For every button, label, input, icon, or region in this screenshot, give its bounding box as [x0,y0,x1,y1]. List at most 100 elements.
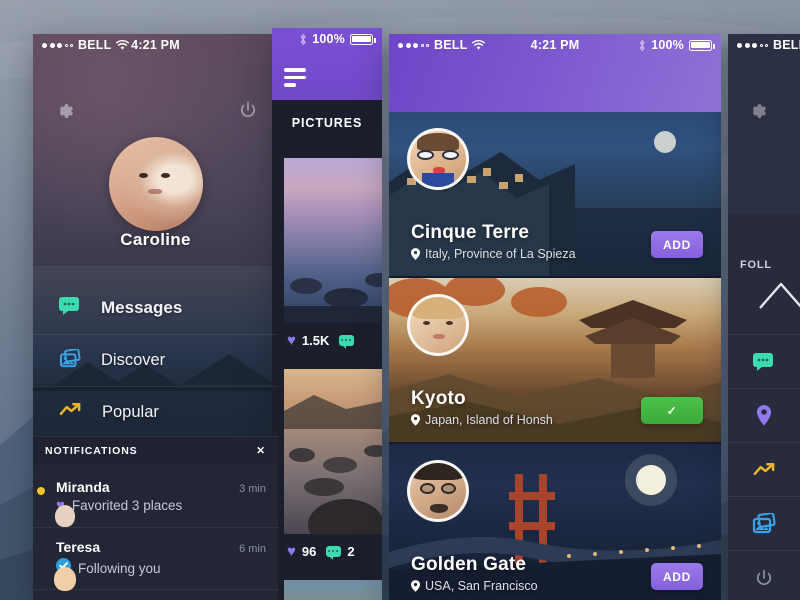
power-icon[interactable] [238,100,258,127]
battery-icon [350,33,376,45]
picture-stats: ♥ 1.5K [284,323,382,357]
list-item[interactable]: Emma a week ago Commented your pic [33,589,278,600]
add-button[interactable]: ADD [651,231,703,258]
power-icon [756,569,772,585]
carrier-label: BELL [773,38,800,52]
nav-item-power[interactable] [728,550,800,600]
added-check-button[interactable]: ✓ [641,397,703,424]
avatar[interactable] [108,137,203,231]
comment-count: 2 [347,543,355,559]
notifications-title: NOTIFICATIONS [45,445,138,457]
signal-strength-icon [737,42,768,48]
avatar[interactable] [407,128,469,190]
battery-percent-label: 100% [312,32,345,46]
notification-text: Favorited 3 places [71,498,183,513]
location-pin-icon [411,248,420,260]
list-item[interactable]: ♥ 96 2 [284,369,382,568]
like-count: 96 [301,543,317,559]
sidebar-item-label: Messages [101,298,183,317]
nav-item-messages[interactable] [728,334,800,388]
location-pin-icon [411,414,420,426]
sidebar-item-discover[interactable]: Discover [33,334,278,386]
notifications-header: NOTIFICATIONS ✕ [33,436,278,465]
pictures-panel: 100% PICTURES ♥ 1.5K ♥ 96 2 [272,28,382,600]
message-bubble-icon [753,352,773,371]
message-bubble-icon [326,545,342,560]
list-item[interactable]: Teresa 6 min Following you [33,527,278,591]
heart-icon: ♥ [287,542,296,560]
location-pin-icon [411,580,420,592]
nav-item-popular[interactable] [728,442,800,496]
travel-card[interactable]: Golden Gate USA, San Francisco ADD [389,444,721,600]
battery-icon [689,39,715,51]
notification-time: 6 min [239,543,266,555]
night-and-travel-panel: BELL 4:21 PM 100% Night & Travel [389,34,721,600]
location-text: USA, San Francisco [425,579,538,593]
trending-up-icon [59,402,82,423]
notifications-list: Miranda 3 min ♥ Favorited 3 places Teres… [33,465,278,600]
profile-drawer-panel: BELL 4:21 PM Caroline Messages Discover … [33,34,278,600]
notification-name: Teresa [56,539,101,555]
nav-menu: Messages Discover Popular [33,282,278,438]
followers-label: FOLL [740,259,772,271]
sidebar-item-label: Discover [101,351,166,369]
location-text: Italy, Province of La Spieza [425,247,576,261]
add-button[interactable]: ADD [651,563,703,590]
statusbar-panel2: 100% [272,28,382,50]
travel-card-title: Golden Gate [411,554,527,575]
travel-card[interactable]: Kyoto Japan, Island of Honsh ✓ [389,278,721,444]
status-badge [36,486,46,496]
picture-thumbnail[interactable] [284,369,382,534]
heart-icon: ♥ [287,331,296,349]
pictures-feed: ♥ 1.5K ♥ 96 2 [272,146,382,600]
travel-card-title: Kyoto [411,388,466,409]
pictures-title: PICTURES [291,116,363,130]
statusbar-panel1: BELL 4:21 PM [33,34,278,56]
statusbar-panel3: BELL 4:21 PM 100% [389,34,721,56]
trending-up-icon [753,462,774,475]
location-text: Japan, Island of Honsh [425,413,553,427]
bluetooth-icon [300,33,306,45]
followers-chart-icon [759,282,800,309]
sidebar-item-label: Popular [102,403,159,421]
notification-name: Miranda [56,479,110,495]
bluetooth-icon [639,39,645,51]
message-bubble-icon [339,334,355,349]
travel-feed: Cinque Terre Italy, Province of La Spiez… [389,112,721,600]
travel-card-location: USA, San Francisco [411,579,538,593]
notification-time: 3 min [239,483,266,495]
list-item[interactable]: ♥ 1.5K [284,158,382,357]
list-item[interactable]: Miranda 3 min ♥ Favorited 3 places [33,465,278,527]
close-icon[interactable]: ✕ [256,446,266,457]
like-count: 1.5K [301,332,330,348]
sidebar-item-messages[interactable]: Messages [33,282,278,334]
gear-icon[interactable] [53,100,75,127]
nav-item-photos[interactable] [728,496,800,550]
picture-thumbnail[interactable] [284,158,382,323]
message-bubble-icon [59,296,81,320]
gear-icon[interactable] [746,100,768,127]
photos-icon [59,347,81,373]
travel-card-title: Cinque Terre [411,222,530,243]
picture-thumbnail[interactable] [284,580,382,600]
avatar[interactable] [407,460,469,522]
avatar[interactable] [407,294,469,356]
hamburger-icon[interactable] [284,68,306,91]
sidebar-item-popular[interactable]: Popular [33,386,278,438]
travel-card-location: Italy, Province of La Spieza [411,247,576,261]
statusbar-panel4: BELL [728,34,800,56]
nav-item-places[interactable] [728,388,800,442]
pictures-title-bar: PICTURES [272,100,382,146]
list-item[interactable] [284,580,382,600]
bottom-nav [728,334,800,600]
photos-icon [752,513,776,534]
notification-text: Following you [78,560,161,576]
page-title: Caroline [120,230,191,249]
location-pin-icon [756,405,772,426]
picture-stats: ♥ 96 2 [284,534,382,568]
travel-card[interactable]: Cinque Terre Italy, Province of La Spiez… [389,112,721,278]
clock-label: 4:21 PM [131,38,180,52]
travel-card-location: Japan, Island of Honsh [411,413,553,427]
followers-drawer-panel: BELL FOLL [728,34,800,600]
battery-percent-label: 100% [651,38,684,52]
